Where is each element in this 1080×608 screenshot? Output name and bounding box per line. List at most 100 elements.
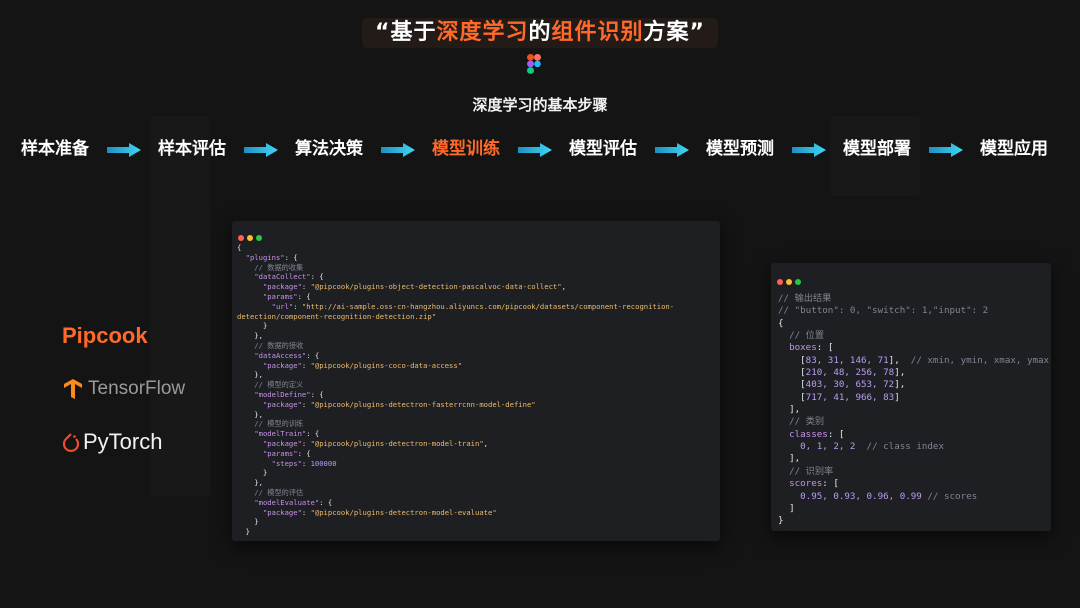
code-token: "plugins" [245,252,285,262]
pytorch-icon [62,433,80,453]
code-token: // 识别率 [778,465,834,477]
code-token: { [778,317,784,329]
tensorflow-label: TensorFlow [88,378,186,399]
code-token: // 模型的训练 [237,419,304,429]
arrow-right-icon [929,143,963,157]
arrow-right-icon [244,143,278,157]
code-token: ], [778,453,801,465]
pipeline-config-code-window: { "plugins": { // 数据的收集 "dataCollect": {… [232,221,720,541]
maximize-dot-icon[interactable] [256,235,262,241]
step-model-training: 模型训练 [432,139,500,159]
code-token: : { [306,429,320,439]
code-token: : [301,458,311,468]
code-token: ], [894,379,906,391]
code-token: : [ [822,478,839,490]
minimize-dot-icon[interactable] [247,235,253,241]
code_left-line: // 模型的训练 [237,419,674,429]
code-token: "dataAccess" [254,350,307,360]
code_left-line: }, [237,410,674,420]
step-model-apply: 模型应用 [980,139,1048,159]
arrow-right-icon [381,143,415,157]
minimize-dot-icon[interactable] [786,279,792,285]
code_left-line: "dataCollect": { [237,272,674,282]
code_right-line: // 识别率 [778,466,1049,478]
pytorch-logo: PyTorch [62,428,162,455]
code-token: } [237,517,259,527]
code_left-line: "package": "@pipcook/plugins-coco-data-a… [237,361,674,371]
code-token: : [293,301,302,311]
code_right-line: ], [778,453,1049,465]
code-token: : { [310,272,324,282]
figma-icon [527,54,541,74]
code-token: "params" [262,291,298,301]
code-token: : { [306,350,320,360]
code_left-line: "package": "@pipcook/plugins-detectron-m… [237,439,674,449]
code-token: "@pipcook/plugins-object-detection-pasca… [310,282,562,292]
code_right-line: // 位置 [778,330,1049,342]
step-model-deploy: 模型部署 [843,139,911,159]
close-dot-icon[interactable] [238,235,244,241]
title-suffix: 方案” [643,20,705,45]
code-token: } [778,515,784,527]
code-token: "modelDefine" [254,389,311,399]
arrow-right-icon [107,143,141,157]
code_right-line: // 类别 [778,416,1049,428]
code_left-line: } [237,517,674,527]
pytorch-label: PyTorch [83,429,163,455]
code-token: "@pipcook/plugins-detectron-fasterrcnn-m… [310,399,536,409]
title-highlight-deep-learning: 深度学习 [436,20,529,45]
code-token: : [301,360,311,370]
code-token: : [301,438,311,448]
code-token: // class index [866,441,944,453]
code-token: "package" [262,438,302,448]
code-token: "package" [262,360,302,370]
code-token: }, [237,331,263,341]
pipeline-steps: 样本准备 样本评估 算法决策 模型训练 模型评估 模型预测 模型部署 模型应用 [0,135,1080,165]
code-token: : [301,507,311,517]
arrow-right-icon [655,143,689,157]
code-token: ], [888,354,911,366]
code_left-line: "params": { [237,292,674,302]
code-token: 83, 31, 146, 71 [805,354,889,366]
code-token: classes [789,428,828,440]
close-dot-icon[interactable] [777,279,783,285]
code_left-line: // 数据的收集 [237,263,674,273]
code_left-line: } [237,468,674,478]
slide-title: “基于深度学习的组件识别方案” [0,14,1080,46]
code_right-line: boxes: [ [778,342,1049,354]
code_right-line: 0.95, 0.93, 0.96, 0.99 // scores [778,491,1049,503]
code-token: : [301,282,311,292]
code_left-line: "package": "@pipcook/plugins-detectron-m… [237,508,674,518]
code_left-line: detection/component-recognition-detectio… [237,312,674,322]
window-controls [777,270,804,289]
code_left-line: "modelTrain": { [237,429,674,439]
code-token: ] [894,391,900,403]
step-sample-prep: 样本准备 [21,139,89,159]
code-token: : { [310,389,324,399]
code-token: // 数据的收集 [237,262,304,272]
code-token: "package" [262,507,302,517]
code_left-line: }, [237,331,674,341]
code_right-line: // 输出结果 [778,293,1049,305]
code_right-line: [717, 41, 966, 83] [778,392,1049,404]
code-token: // 位置 [778,330,825,342]
code_left-line: "params": { [237,449,674,459]
maximize-dot-icon[interactable] [795,279,801,285]
code-token: : { [319,497,333,507]
code-token: "modelTrain" [254,429,307,439]
code_left-line: "package": "@pipcook/plugins-object-dete… [237,282,674,292]
pipcook-logo: Pipcook [62,323,148,348]
code-token: "steps" [271,458,302,468]
code-token: 403, 30, 653, 72 [805,379,895,391]
output-result-code-window: // 输出结果// "button": 0, "switch": 1,"inpu… [771,263,1051,531]
code-token: } [237,468,268,478]
